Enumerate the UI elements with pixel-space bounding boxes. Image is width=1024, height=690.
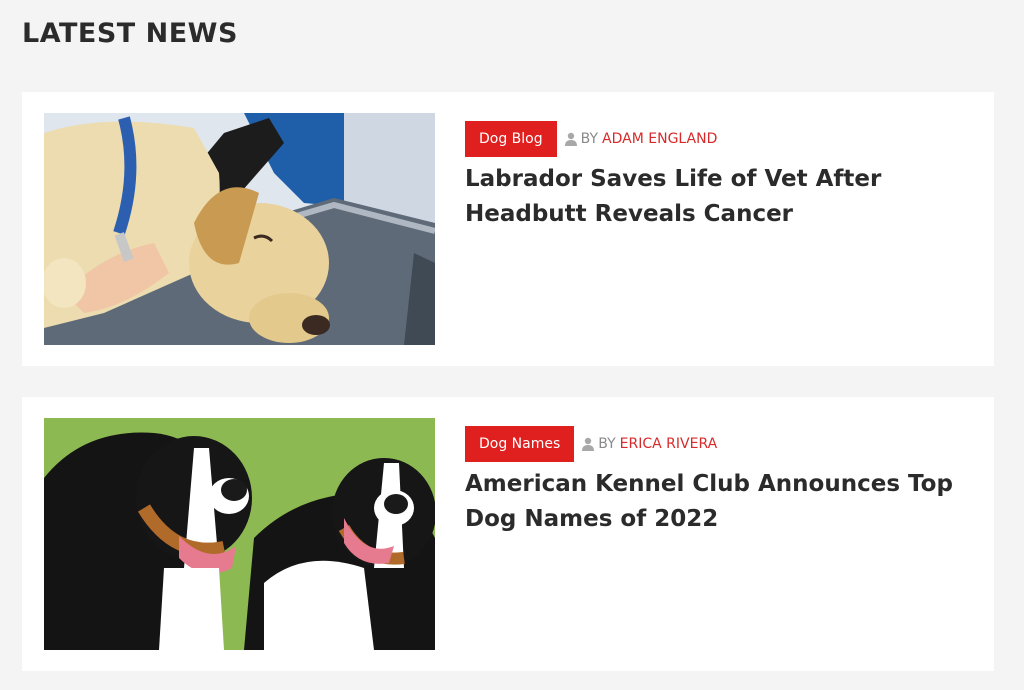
article-meta: Dog Blog BY ADAM ENGLAND: [465, 121, 717, 157]
article-image-bernese[interactable]: [44, 418, 435, 650]
news-card: Dog Blog BY ADAM ENGLAND Labrador Saves …: [22, 92, 994, 366]
category-badge[interactable]: Dog Names: [465, 426, 575, 462]
article-title-link[interactable]: American Kennel Club Announces Top Dog N…: [465, 471, 953, 532]
bernese-dogs-photo: [44, 418, 435, 650]
by-label: BY: [580, 131, 599, 147]
author-link[interactable]: ERICA RIVERA: [620, 436, 718, 452]
labrador-vet-photo: [44, 113, 435, 345]
by-label: BY: [598, 436, 616, 452]
category-badge[interactable]: Dog Blog: [465, 121, 557, 157]
article-meta: Dog Names BY ERICA RIVERA: [465, 426, 717, 462]
user-icon: [564, 132, 577, 146]
user-icon: [582, 437, 595, 451]
section-title: LATEST NEWS: [22, 18, 238, 49]
news-card: Dog Names BY ERICA RIVERA American Kenne…: [22, 397, 994, 671]
article-title-link[interactable]: Labrador Saves Life of Vet After Headbut…: [465, 166, 881, 227]
article-image-labrador[interactable]: [44, 113, 435, 345]
author-link[interactable]: ADAM ENGLAND: [602, 131, 717, 147]
article-title: American Kennel Club Announces Top Dog N…: [465, 467, 965, 537]
article-title: Labrador Saves Life of Vet After Headbut…: [465, 162, 965, 232]
